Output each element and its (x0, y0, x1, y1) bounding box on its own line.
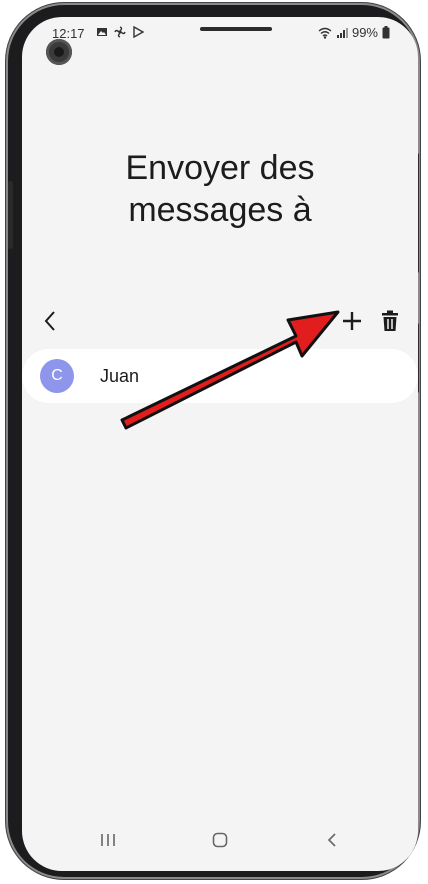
page-title-line1: Envoyer des (125, 149, 315, 187)
signal-icon (336, 27, 348, 38)
navigation-bar (22, 825, 418, 855)
image-icon (97, 28, 107, 36)
notification-icons (96, 26, 144, 38)
phone-frame: 12:17 99% Envoyer des messages à C Juan (6, 3, 420, 879)
back-icon (327, 833, 336, 847)
battery-icon (382, 26, 390, 39)
avatar: C (40, 359, 74, 393)
home-icon (212, 832, 228, 848)
system-status: 99% (318, 25, 390, 40)
trash-icon (382, 310, 398, 331)
battery-percent: 99% (351, 25, 378, 40)
contact-name: Juan (100, 366, 140, 386)
plus-icon (343, 312, 361, 330)
status-bar: 12:17 99% (22, 17, 418, 51)
front-camera (46, 39, 72, 65)
toolbar (22, 301, 418, 345)
back-button[interactable] (30, 301, 70, 341)
play-store-icon (133, 26, 144, 38)
wifi-icon (318, 27, 332, 39)
earpiece (200, 27, 272, 31)
nav-back-button[interactable] (312, 825, 352, 855)
chevron-left-icon (44, 311, 55, 331)
add-recipient-button[interactable] (332, 301, 372, 341)
page-title: Envoyer des messages à (22, 147, 418, 231)
home-button[interactable] (200, 825, 240, 855)
volume-button (8, 181, 13, 249)
page-title-line2: messages à (128, 191, 312, 229)
recents-icon (101, 834, 115, 846)
contact-list-item[interactable]: C Juan (22, 349, 418, 403)
recents-button[interactable] (88, 825, 128, 855)
screen: 12:17 99% Envoyer des messages à C Juan (22, 17, 418, 871)
pinwheel-icon (114, 26, 126, 38)
delete-button[interactable] (370, 301, 410, 341)
